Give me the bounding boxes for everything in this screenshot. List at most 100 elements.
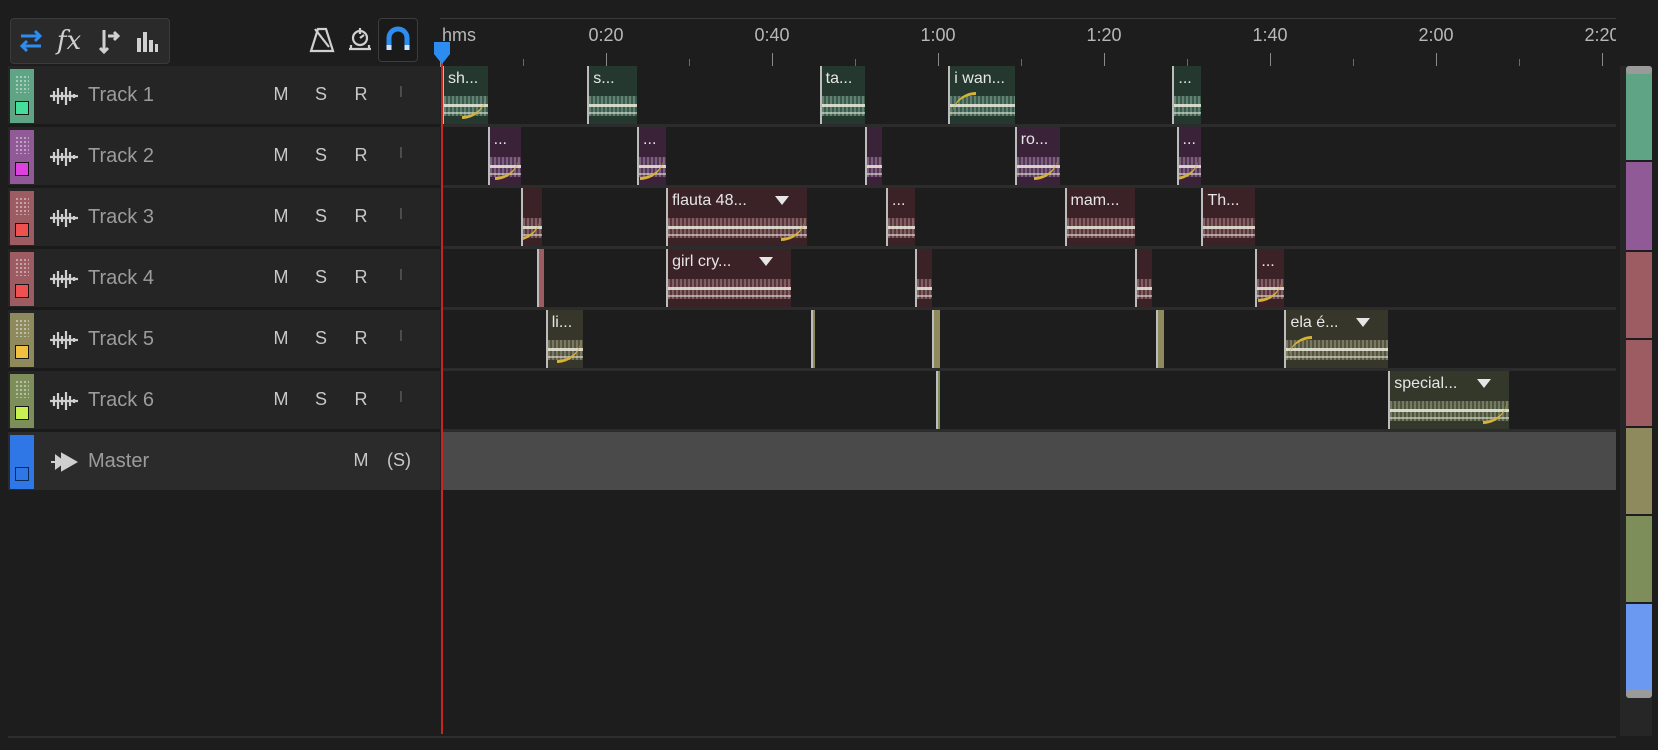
audio-clip[interactable] (931, 310, 940, 368)
audio-clip[interactable]: ta... (819, 66, 866, 124)
eq-bars-button[interactable] (127, 19, 167, 63)
drag-grip-icon[interactable] (15, 75, 29, 93)
track-color-swatch[interactable] (10, 191, 34, 245)
track-header[interactable]: Track 6 M S R I (8, 371, 440, 432)
solo-safe-button[interactable]: (S) (382, 450, 416, 471)
drag-grip-icon[interactable] (15, 258, 29, 276)
overview-segment[interactable] (1626, 516, 1652, 604)
track-name[interactable]: Track 5 (88, 328, 154, 351)
audio-clip[interactable]: ... (637, 127, 667, 185)
master-track-header[interactable]: Master M (S) (8, 432, 440, 490)
audio-clip[interactable]: ... (886, 188, 916, 246)
track-color-swatch[interactable] (10, 374, 34, 428)
track-select-checkbox[interactable] (15, 162, 29, 176)
track-lane[interactable]: special... (442, 371, 1616, 432)
metronome-button[interactable] (302, 18, 342, 62)
fx-button[interactable]: fx (49, 19, 89, 63)
track-color-swatch[interactable] (10, 435, 34, 489)
overview-segment[interactable] (1626, 340, 1652, 428)
playhead-marker-icon[interactable] (432, 40, 452, 66)
solo-button[interactable]: S (308, 328, 334, 349)
audio-clip[interactable] (1155, 310, 1165, 368)
track-select-checkbox[interactable] (15, 467, 29, 481)
mute-button[interactable]: M (268, 328, 294, 349)
overview-segment[interactable] (1626, 162, 1652, 252)
timeline-lanes[interactable]: sh... s... ta... i wan............ ro...... f… (442, 66, 1616, 734)
audio-clip[interactable]: ... (1176, 127, 1202, 185)
record-arm-button[interactable]: R (348, 84, 374, 105)
track-name[interactable]: Master (88, 450, 149, 473)
switch-view-button[interactable] (11, 19, 51, 63)
track-color-swatch[interactable] (10, 313, 34, 367)
audio-clip[interactable] (1135, 249, 1152, 307)
input-monitor-button[interactable]: I (388, 145, 414, 163)
audio-clip[interactable] (811, 310, 816, 368)
solo-button[interactable]: S (308, 145, 334, 166)
sends-button[interactable] (89, 19, 129, 63)
record-arm-button[interactable]: R (348, 328, 374, 349)
drag-grip-icon[interactable] (15, 197, 29, 215)
mute-button[interactable]: M (268, 267, 294, 288)
solo-button[interactable]: S (308, 206, 334, 227)
track-select-checkbox[interactable] (15, 223, 29, 237)
mute-button[interactable]: M (268, 389, 294, 410)
snap-button[interactable] (378, 18, 418, 62)
audio-clip[interactable]: Th... (1201, 188, 1256, 246)
audio-clip[interactable] (537, 249, 545, 307)
track-header[interactable]: Track 4 M S R I (8, 249, 440, 310)
clip-menu-arrow-icon[interactable] (1356, 318, 1371, 327)
mute-button[interactable]: M (268, 84, 294, 105)
audio-clip[interactable]: s... (587, 66, 638, 124)
mute-button[interactable]: M (268, 206, 294, 227)
track-overview-scrollbar[interactable] (1620, 66, 1652, 736)
audio-clip[interactable] (915, 249, 932, 307)
audio-clip[interactable]: ro... (1014, 127, 1061, 185)
input-monitor-button[interactable]: I (388, 328, 414, 346)
audio-clip[interactable]: mam... (1064, 188, 1136, 246)
drag-grip-icon[interactable] (15, 319, 29, 337)
track-color-swatch[interactable] (10, 252, 34, 306)
track-select-checkbox[interactable] (15, 101, 29, 115)
audio-clip[interactable] (935, 371, 940, 429)
drag-grip-icon[interactable] (15, 136, 29, 154)
audio-clip[interactable]: special... (1388, 371, 1509, 429)
record-arm-button[interactable]: R (348, 206, 374, 227)
record-arm-button[interactable]: R (348, 267, 374, 288)
audio-clip[interactable]: girl cry... (666, 249, 791, 307)
audio-clip[interactable]: ... (1255, 249, 1285, 307)
track-header[interactable]: Track 3 M S R I (8, 188, 440, 249)
overview-segment[interactable] (1626, 428, 1652, 516)
solo-button[interactable]: S (308, 267, 334, 288)
track-lane[interactable]: sh... s... ta... i wan...... (442, 66, 1616, 127)
audio-clip[interactable] (865, 127, 882, 185)
time-ruler[interactable]: hms 0:20 0:40 1:00 1:20 1:40 2:00 2:20 (440, 18, 1616, 67)
record-arm-button[interactable]: R (348, 389, 374, 410)
audio-clip[interactable] (520, 188, 542, 246)
track-color-swatch[interactable] (10, 130, 34, 184)
mute-button[interactable]: M (348, 450, 374, 471)
track-lane[interactable]: flauta 48...... mam... Th... (442, 188, 1616, 249)
audio-clip[interactable]: i wan... (948, 66, 1015, 124)
track-color-swatch[interactable] (10, 69, 34, 123)
master-lane[interactable] (442, 432, 1616, 490)
scroll-handle-bottom[interactable] (1626, 690, 1652, 698)
overview-segment[interactable] (1626, 604, 1652, 694)
track-name[interactable]: Track 4 (88, 267, 154, 290)
track-select-checkbox[interactable] (15, 345, 29, 359)
mute-button[interactable]: M (268, 145, 294, 166)
track-header[interactable]: Track 5 M S R I (8, 310, 440, 371)
solo-button[interactable]: S (308, 389, 334, 410)
audio-clip[interactable]: ... (1172, 66, 1202, 124)
record-arm-button[interactable]: R (348, 145, 374, 166)
track-name[interactable]: Track 2 (88, 145, 154, 168)
audio-clip[interactable]: ... (487, 127, 521, 185)
playhead-line[interactable] (441, 48, 443, 734)
scroll-handle-top[interactable] (1626, 66, 1652, 74)
clip-menu-arrow-icon[interactable] (1476, 379, 1491, 388)
solo-button[interactable]: S (308, 84, 334, 105)
track-header[interactable]: Track 2 M S R I (8, 127, 440, 188)
audio-clip[interactable]: flauta 48... (666, 188, 808, 246)
overview-segment[interactable] (1626, 252, 1652, 340)
audio-clip[interactable]: sh... (442, 66, 488, 124)
input-monitor-button[interactable]: I (388, 84, 414, 102)
